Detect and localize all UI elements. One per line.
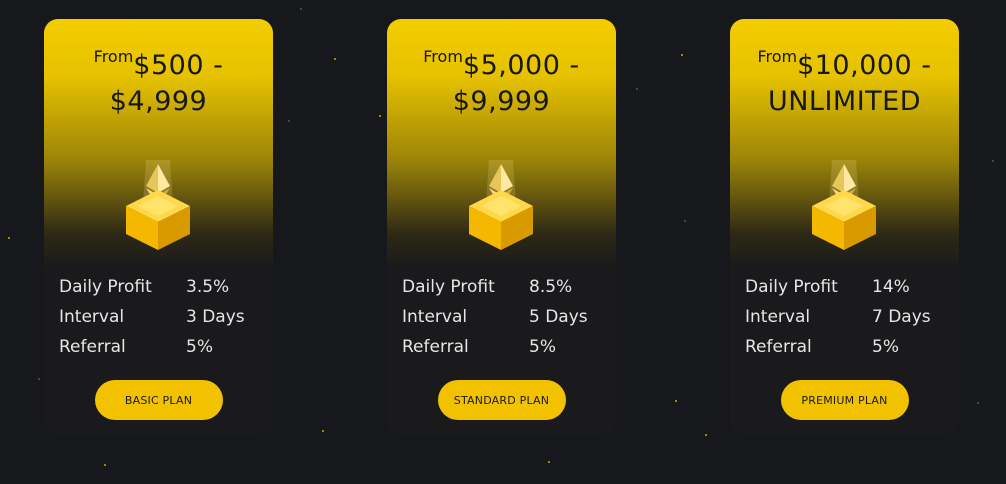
stat-row: Daily Profit 14%	[745, 272, 931, 302]
price-range: From$500 - $4,999	[44, 39, 273, 120]
stat-label: Referral	[745, 337, 812, 357]
basic-plan-button[interactable]: BASIC PLAN	[94, 380, 223, 420]
stat-row: Daily Profit 8.5%	[402, 272, 588, 302]
stat-row: Interval 5 Days	[402, 302, 588, 332]
stat-row: Referral 5%	[59, 332, 245, 362]
price-line-1: $500 -	[133, 50, 224, 81]
price-line-2: UNLIMITED	[767, 86, 922, 117]
price-line-2: $9,999	[452, 86, 551, 117]
price-line-1: $5,000 -	[462, 50, 580, 81]
stat-value: 3.5%	[186, 277, 230, 297]
stat-row: Referral 5%	[745, 332, 931, 362]
premium-plan-button[interactable]: PREMIUM PLAN	[780, 380, 909, 420]
pricing-card-premium: From$10,000 - UNLIMITED Daily Profit 14%…	[730, 19, 959, 434]
stat-label: Interval	[402, 307, 468, 327]
stat-value: 5%	[529, 337, 556, 357]
plan-stats: Daily Profit 3.5% Interval 3 Days Referr…	[59, 272, 245, 362]
stat-value: 7 Days	[872, 307, 931, 327]
stat-label: Daily Profit	[59, 277, 152, 297]
plan-stats: Daily Profit 14% Interval 7 Days Referra…	[745, 272, 931, 362]
crypto-crate-icon	[812, 160, 876, 250]
price-range: From$10,000 - UNLIMITED	[730, 39, 959, 120]
crypto-crate-icon	[469, 160, 533, 250]
stat-value: 14%	[872, 277, 910, 297]
stat-value: 5 Days	[529, 307, 588, 327]
stat-label: Interval	[745, 307, 811, 327]
stat-label: Interval	[59, 307, 125, 327]
stat-value: 8.5%	[529, 277, 573, 297]
stat-label: Daily Profit	[745, 277, 838, 297]
stat-row: Referral 5%	[402, 332, 588, 362]
crypto-crate-icon	[126, 160, 190, 250]
price-range: From$5,000 - $9,999	[387, 39, 616, 120]
stat-row: Daily Profit 3.5%	[59, 272, 245, 302]
from-label: From	[757, 47, 798, 66]
stat-row: Interval 7 Days	[745, 302, 931, 332]
from-label: From	[423, 47, 463, 66]
pricing-card-standard: From$5,000 - $9,999 Daily Profit 8.5% In…	[387, 19, 616, 434]
stat-label: Referral	[402, 337, 469, 357]
stat-value: 3 Days	[186, 307, 245, 327]
price-line-2: $4,999	[109, 86, 208, 117]
price-line-1: $10,000 -	[797, 50, 932, 81]
plan-stats: Daily Profit 8.5% Interval 5 Days Referr…	[402, 272, 588, 362]
stat-row: Interval 3 Days	[59, 302, 245, 332]
stat-value: 5%	[872, 337, 899, 357]
stat-value: 5%	[186, 337, 213, 357]
stat-label: Referral	[59, 337, 126, 357]
standard-plan-button[interactable]: STANDARD PLAN	[437, 380, 566, 420]
pricing-card-basic: From$500 - $4,999 Daily Profit 3.5% Inte…	[44, 19, 273, 434]
from-label: From	[93, 47, 134, 66]
stat-label: Daily Profit	[402, 277, 495, 297]
